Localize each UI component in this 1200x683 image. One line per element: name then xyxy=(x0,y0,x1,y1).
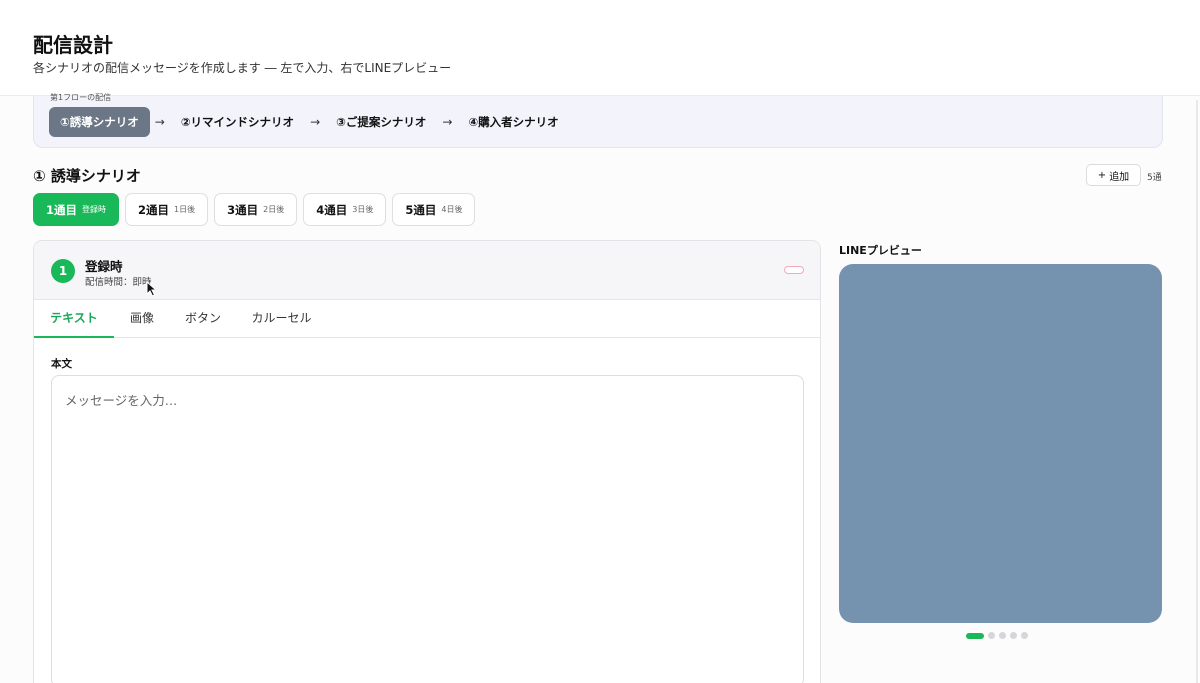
mouse-cursor-icon xyxy=(146,281,158,297)
page-title: 配信設計 xyxy=(33,33,113,57)
message-tab-timing: 4日後 xyxy=(441,205,463,214)
page-header: 配信設計 各シナリオの配信メッセージを作成します ― 左で入力、右でLINEプレ… xyxy=(0,0,1200,96)
arrow-right-icon: → xyxy=(154,115,165,129)
flow-steps: ①誘導シナリオ → ②リマインドシナリオ → ③ご提案シナリオ → ④購入者シナ… xyxy=(49,107,570,137)
message-title: 登録時 xyxy=(85,259,123,274)
message-type-tabs: テキスト 画像 ボタン カルーセル xyxy=(34,300,820,338)
add-message-button[interactable]: + 追加 xyxy=(1086,164,1141,186)
preview-title: LINEプレビュー xyxy=(839,244,922,257)
message-tab-2[interactable]: 2通目 1日後 xyxy=(125,193,209,226)
status-toggle[interactable] xyxy=(784,266,804,274)
message-editor-card: 1 登録時 配信時間：即時 テキスト 画像 ボタン カルーセル 本文 xyxy=(33,240,821,683)
tab-image[interactable]: 画像 xyxy=(114,300,170,338)
message-tab-label: 1通目 xyxy=(46,202,78,217)
pagination-dot[interactable] xyxy=(1010,632,1017,639)
message-tab-timing: 2日後 xyxy=(263,205,285,214)
flow-selector: 第1フローの配信 ①誘導シナリオ → ②リマインドシナリオ → ③ご提案シナリオ… xyxy=(33,93,1163,148)
message-body-input[interactable] xyxy=(51,375,804,683)
flow-step-reminder[interactable]: ②リマインドシナリオ xyxy=(170,107,305,137)
flow-step-purchaser[interactable]: ④購入者シナリオ xyxy=(457,107,569,137)
flow-caption: 第1フローの配信 xyxy=(50,93,112,102)
message-tab-timing: 3日後 xyxy=(352,205,374,214)
message-tab-label: 4通目 xyxy=(316,202,348,217)
plus-icon: + xyxy=(1097,169,1107,181)
message-tab-5[interactable]: 5通目 4日後 xyxy=(392,193,476,226)
pagination-dot[interactable] xyxy=(999,632,1006,639)
add-label: 追加 xyxy=(1109,171,1130,183)
divider xyxy=(1196,100,1198,683)
pagination-dot[interactable] xyxy=(988,632,995,639)
preview-pagination xyxy=(966,632,1028,639)
arrow-right-icon: → xyxy=(310,115,321,129)
message-tab-label: 3通目 xyxy=(227,202,259,217)
message-tab-4[interactable]: 4通目 3日後 xyxy=(303,193,387,226)
arrow-right-icon: → xyxy=(442,115,453,129)
scenario-title: ① 誘導シナリオ xyxy=(33,167,141,185)
message-tab-timing: 登録時 xyxy=(82,205,107,214)
body-label: 本文 xyxy=(51,358,72,370)
message-tab-3[interactable]: 3通目 2日後 xyxy=(214,193,298,226)
message-tab-label: 5通目 xyxy=(405,202,437,217)
pagination-dot[interactable] xyxy=(1021,632,1028,639)
message-header: 1 登録時 配信時間：即時 xyxy=(34,241,820,300)
line-preview xyxy=(839,264,1162,623)
flow-step-proposal[interactable]: ③ご提案シナリオ xyxy=(325,107,437,137)
message-tab-1[interactable]: 1通目 登録時 xyxy=(33,193,120,226)
message-tab-timing: 1日後 xyxy=(174,205,196,214)
step-number-badge: 1 xyxy=(51,259,75,283)
tab-carousel[interactable]: カルーセル xyxy=(239,300,324,338)
tab-text[interactable]: テキスト xyxy=(34,300,114,338)
tab-button[interactable]: ボタン xyxy=(172,300,234,338)
message-tab-label: 2通目 xyxy=(138,202,170,217)
message-count: 5通 xyxy=(1147,173,1162,183)
send-time: 配信時間：即時 xyxy=(85,277,152,288)
message-tabs: 1通目 登録時 2通目 1日後 3通目 2日後 4通目 3日後 5通目 4日後 xyxy=(33,193,476,226)
pagination-dot[interactable] xyxy=(966,632,984,639)
page-subtitle: 各シナリオの配信メッセージを作成します ― 左で入力、右でLINEプレビュー xyxy=(33,61,452,75)
flow-step-guidance[interactable]: ①誘導シナリオ xyxy=(49,107,150,137)
